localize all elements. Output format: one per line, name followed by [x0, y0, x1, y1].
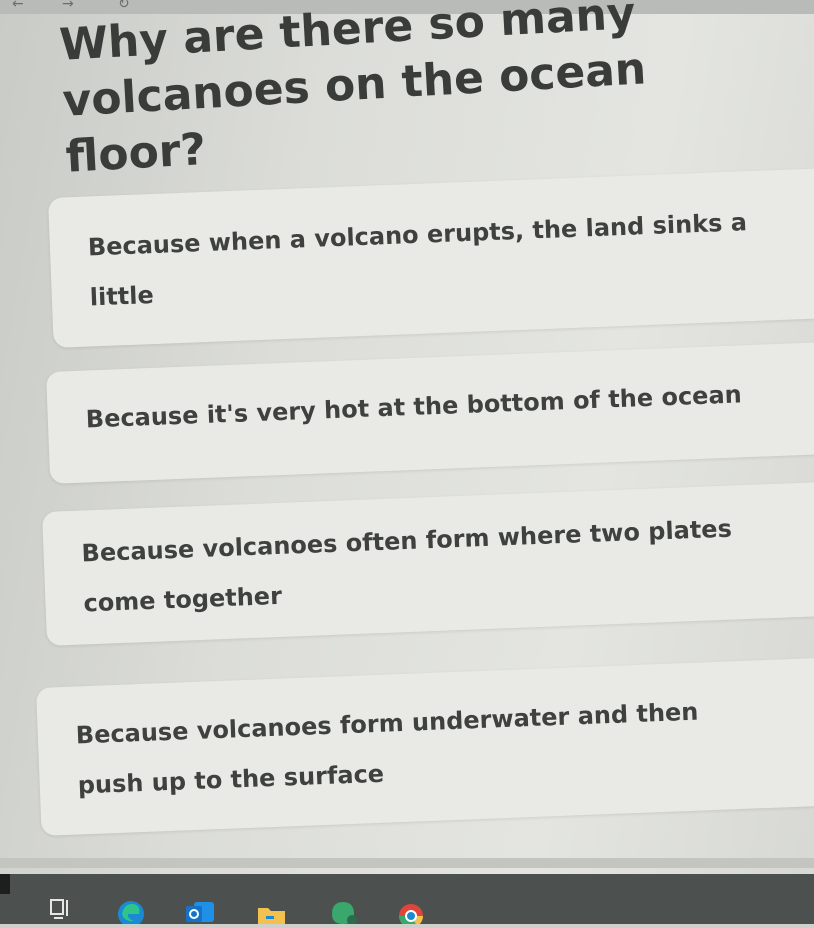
- outlook-icon[interactable]: [182, 894, 216, 924]
- answer-1-line-2: little: [89, 281, 155, 312]
- answer-option-1[interactable]: Because when a volcano erupts, the land …: [48, 167, 814, 348]
- answer-2-line-1: Because it's very hot at the bottom of t…: [85, 380, 743, 434]
- monitor-bezel: [0, 858, 814, 868]
- answer-text-1: Because when a volcano erupts, the land …: [87, 197, 750, 322]
- answer-option-2[interactable]: Because it's very hot at the bottom of t…: [46, 341, 814, 484]
- answer-3-line-1: Because volcanoes often form where two p…: [81, 514, 733, 568]
- answer-list: Because when a volcano erupts, the land …: [0, 0, 814, 924]
- answer-text-4: Because volcanoes form underwater and th…: [75, 687, 701, 811]
- screen: ← → ↻ Why are there so many volcanoes on…: [0, 0, 814, 928]
- answer-text-3: Because volcanoes often form where two p…: [81, 504, 735, 629]
- file-explorer-icon[interactable]: [254, 894, 288, 924]
- answer-option-3[interactable]: Because volcanoes often form where two p…: [42, 481, 814, 646]
- chat-icon[interactable]: [326, 894, 360, 925]
- answer-text-2: Because it's very hot at the bottom of t…: [85, 369, 743, 444]
- answer-3-line-2: come together: [83, 581, 283, 618]
- answer-4-line-2: push up to the surface: [77, 759, 385, 800]
- answer-1-line-1: Because when a volcano erupts, the land …: [87, 208, 748, 262]
- answer-4-line-1: Because volcanoes form underwater and th…: [75, 697, 699, 750]
- taskbar: [0, 874, 814, 928]
- answer-option-4[interactable]: Because volcanoes form underwater and th…: [36, 657, 814, 836]
- edge-browser-icon[interactable]: [114, 894, 148, 927]
- taskbar-edge-block: [0, 874, 10, 894]
- task-view-icon[interactable]: [44, 894, 78, 924]
- chrome-icon[interactable]: [394, 894, 428, 928]
